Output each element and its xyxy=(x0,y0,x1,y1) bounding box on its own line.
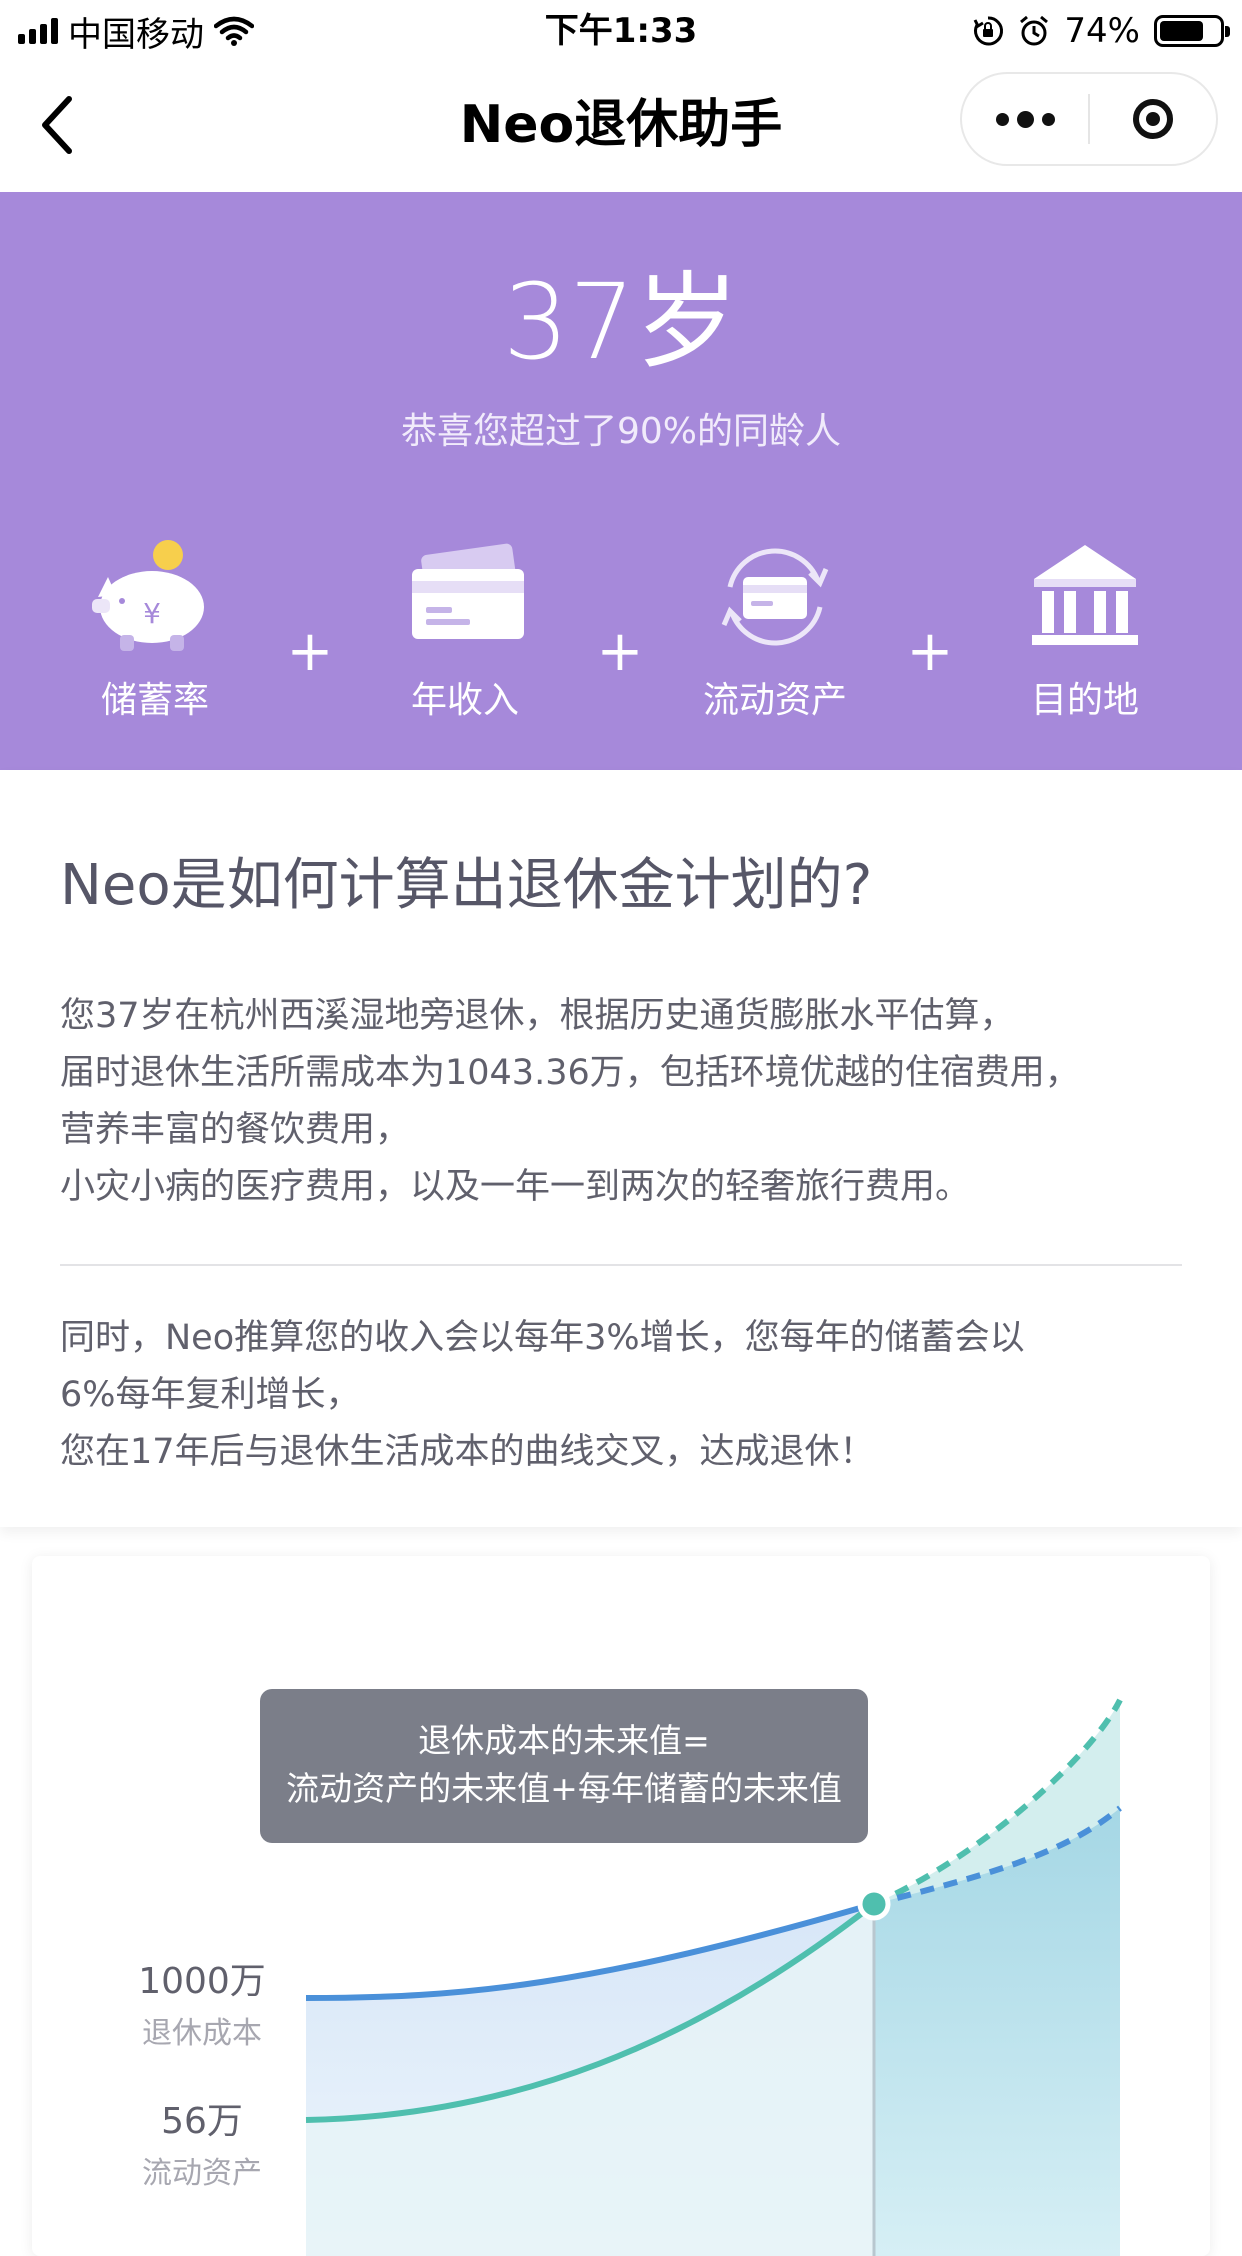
alarm-icon xyxy=(1020,15,1049,46)
factor-label: 目的地 xyxy=(1030,680,1139,721)
cost-name: 退休成本 xyxy=(142,2016,262,2051)
text-line: 您37岁在杭州西溪湿地旁退休，根据历史通货膨胀水平估算， xyxy=(60,996,1015,1036)
svg-text:¥: ¥ xyxy=(143,597,161,630)
factor-label: 储蓄率 xyxy=(100,680,209,721)
cost-value: 1000万 xyxy=(138,1961,266,2002)
plus-sign: + xyxy=(906,619,954,684)
explanation-paragraph-1: 您37岁在杭州西溪湿地旁退休，根据历史通货膨胀水平估算， 届时退休生活所需成本为… xyxy=(60,988,1200,1216)
battery-icon xyxy=(1154,15,1230,47)
bank-building-icon xyxy=(1032,545,1138,645)
factor-label: 年收入 xyxy=(410,680,519,721)
explanation-paragraph-2: 同时，Neo推算您的收入会以每年3%增长，您每年的储蓄会以 6%每年复利增长， … xyxy=(60,1310,1200,1481)
divider xyxy=(60,1264,1182,1266)
credit-card-icon xyxy=(412,543,524,639)
rotation-lock-icon xyxy=(974,16,1004,46)
piggy-bank-icon: ¥ xyxy=(92,540,204,651)
hero-panel: 37岁 恭喜您超过了90%的同龄人 ¥ 储蓄率 + 年收入 + 流动资产 + 目… xyxy=(0,192,1242,770)
text-line: 营养丰富的餐饮费用， xyxy=(60,1110,411,1150)
plus-sign: + xyxy=(596,619,644,684)
intersection-point[interactable] xyxy=(857,1887,891,1921)
text-line: 您在17年后与退休生活成本的曲线交叉，达成退休！ xyxy=(60,1432,875,1472)
battery-percent: 74% xyxy=(1064,11,1140,51)
plus-sign: + xyxy=(286,619,334,684)
explanation-section: Neo是如何计算出退休金计划的? 您37岁在杭州西溪湿地旁退休，根据历史通货膨胀… xyxy=(0,770,1242,1527)
tooltip-line: 流动资产的未来值+每年储蓄的未来值 xyxy=(286,1769,842,1808)
text-line: 届时退休生活所需成本为1043.36万，包括环境优越的住宿费用， xyxy=(60,1053,1080,1093)
text-line: 小灾小病的医疗费用，以及一年一到两次的轻奢旅行费用。 xyxy=(60,1167,971,1207)
more-dots-icon xyxy=(995,110,1055,128)
factor-savings-rate[interactable]: ¥ 储蓄率 xyxy=(45,537,265,723)
factor-liquid-assets[interactable]: 流动资产 xyxy=(665,537,885,723)
age-subtitle: 恭喜您超过了90%的同龄人 xyxy=(400,411,842,452)
cost-label: 1000万 退休成本 xyxy=(82,1952,322,2052)
nav-bar: Neo退休助手 xyxy=(0,62,1242,192)
factor-label: 流动资产 xyxy=(702,680,847,721)
assets-label: 56万 流动资产 xyxy=(82,2092,322,2192)
text-line: 6%每年复利增长， xyxy=(60,1375,361,1415)
mini-program-capsule xyxy=(960,72,1218,166)
section-title: Neo是如何计算出退休金计划的? xyxy=(60,853,873,918)
assets-value: 56万 xyxy=(161,2101,243,2142)
formula-tooltip: 退休成本的未来值= 流动资产的未来值+每年储蓄的未来值 xyxy=(260,1689,868,1843)
text-line: 同时，Neo推算您的收入会以每年3%增长，您每年的储蓄会以 xyxy=(60,1318,1025,1358)
close-mini-program-button[interactable] xyxy=(1090,74,1216,164)
status-bar: 中国移动 下午1:33 74% xyxy=(0,0,1242,62)
assets-name: 流动资产 xyxy=(142,2156,262,2191)
factor-destination[interactable]: 目的地 xyxy=(975,537,1195,723)
target-icon xyxy=(1132,99,1173,139)
tooltip-line: 退休成本的未来值= xyxy=(418,1721,710,1760)
factor-annual-income[interactable]: 年收入 xyxy=(355,537,575,723)
right-area xyxy=(874,1808,1120,2256)
age-value: 37岁 xyxy=(502,261,740,383)
more-button[interactable] xyxy=(962,74,1088,164)
projection-chart-card: 退休成本的未来值= 流动资产的未来值+每年储蓄的未来值 1000万 退休成本 5… xyxy=(32,1556,1210,2256)
card-cycle-icon xyxy=(721,548,829,646)
